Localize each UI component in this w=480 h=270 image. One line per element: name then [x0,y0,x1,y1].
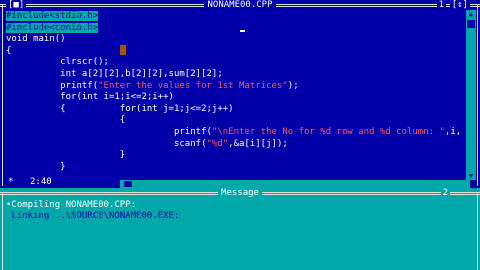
text-cursor [120,45,126,55]
editor-window[interactable]: [■] NONAME00.CPP 1 [↕] #include<stdio.h>… [0,0,480,188]
code-line[interactable]: #include<conio.h> [6,22,461,35]
code-line[interactable]: { [6,46,461,58]
scroll-up-arrow-icon[interactable]: ▲ [466,10,476,18]
code-line[interactable]: int a[2][2],b[2][2],sum[2][2]; [6,69,461,81]
message-title-bar: Message [0,188,480,198]
cursor-position: 2:40 [28,177,54,188]
include-directive: #include<stdio.h> [6,11,99,21]
vertical-scroll-thumb[interactable] [467,20,475,28]
vertical-scrollbar[interactable]: ▲ ▼ [466,10,476,180]
mouse-pointer-icon [240,30,245,32]
code-line[interactable]: clrscr(); [6,57,461,69]
horizontal-scrollbar[interactable] [120,180,470,188]
message-item[interactable]: Linking ..\SOURCE\NONAME00.EXE: [6,211,179,222]
code-line[interactable]: } [6,162,461,174]
code-text: ,&a[i][j]); [228,138,288,149]
editor-title-bar: NONAME00.CPP [0,0,480,10]
code-text: printf( [6,80,99,91]
code-line[interactable]: { for(int j=1;j<=2;j++) [6,104,461,116]
editor-frame-right [477,4,478,186]
editor-frame-left [2,4,3,186]
message-list[interactable]: •Compiling NONAME00.CPP: Linking ..\SOUR… [6,200,179,222]
message-frame-right [477,192,478,270]
scroll-down-arrow-icon[interactable]: ▼ [466,172,476,180]
code-text: printf( [6,126,212,137]
code-line[interactable]: printf("Enter the values for 1st Matrice… [6,81,461,93]
string-literal: "\nEnter the No for %d row and %d column… [211,126,445,137]
editor-window-number: 1 [436,0,446,10]
code-line[interactable]: #include<stdio.h> [6,11,461,23]
code-text: ); [287,80,299,91]
code-line[interactable]: scanf("%d",&a[i][j]); [6,139,461,151]
editor-title: NONAME00.CPP [204,0,276,10]
code-line[interactable]: for(int i=1;i<=2;i++) [6,92,461,104]
zoom-box-button[interactable]: [↕] [449,0,470,10]
include-directive: #include<conio.h> [6,22,99,33]
message-frame-left [2,192,3,270]
code-text: ,i, [444,126,462,137]
code-line[interactable]: printf("\nEnter the No for %d row and %d… [6,127,461,139]
horizontal-scroll-thumb[interactable] [124,181,132,187]
code-line[interactable]: void main() [6,34,461,46]
code-area[interactable]: #include<stdio.h> #include<conio.h> void m… [6,11,461,173]
string-literal: "%d" [206,138,229,149]
message-item[interactable]: •Compiling NONAME00.CPP: [6,200,179,211]
message-window-number: 2 [440,188,450,198]
message-window[interactable]: Message 2 •Compiling NONAME00.CPP: Linki… [0,188,480,270]
string-literal: "Enter the values for 1st Matrices" [98,80,288,91]
code-line[interactable]: } [6,150,461,162]
code-text: scanf( [6,138,207,149]
message-title: Message [218,188,262,198]
code-line[interactable]: { [6,115,461,127]
modified-indicator: * [8,177,14,188]
